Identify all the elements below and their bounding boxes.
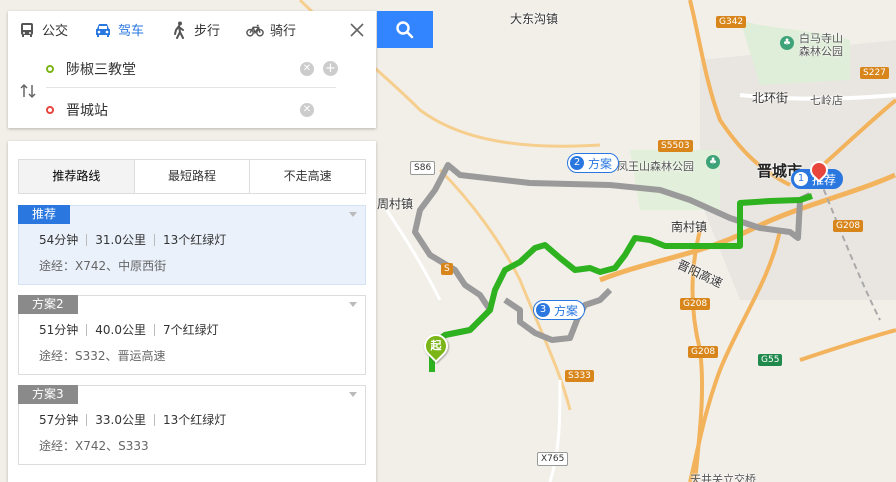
road-shield: S <box>441 263 453 275</box>
route-distance: 40.0公里 <box>86 324 154 336</box>
place-label: 北环街 <box>752 91 789 105</box>
origin-dot-icon <box>46 64 54 73</box>
road-shield: G55 <box>758 354 783 366</box>
route-number: 1 <box>794 172 808 186</box>
expand-icon <box>349 302 357 307</box>
park-icon: ♣ <box>780 36 794 50</box>
expand-icon <box>349 212 357 217</box>
route-tag-label: 方案 <box>554 303 579 318</box>
search-icon <box>396 20 414 38</box>
route-stats: 54分钟 31.0公里 13个红绿灯 <box>39 234 234 246</box>
road-shield: S333 <box>565 370 594 382</box>
expand-icon <box>349 392 357 397</box>
tab-label: 驾车 <box>118 24 145 39</box>
route-time: 57分钟 <box>39 413 79 427</box>
route-lights: 13个红绿灯 <box>154 414 234 426</box>
route-badge: 推荐 <box>18 205 71 224</box>
road-shield: G208 <box>833 220 864 232</box>
place-label: 天井关立交桥 <box>690 473 756 482</box>
park-icon: ♣ <box>706 155 720 169</box>
add-waypoint-icon[interactable]: + <box>323 61 338 76</box>
tab-drive[interactable]: 驾车 <box>94 11 144 48</box>
route-tag-label: 方案 <box>588 156 613 171</box>
route-results-panel: 推荐路线 最短路程 不走高速 推荐 54分钟 31.0公里 13个红绿灯 途经：… <box>8 141 376 482</box>
tab-label: 骑行 <box>270 24 297 39</box>
swap-button[interactable] <box>18 81 38 101</box>
road-shield: S86 <box>410 161 436 175</box>
road-shield: G342 <box>716 16 747 28</box>
place-label: 森林公园 <box>799 45 843 58</box>
start-label: 起 <box>430 339 442 352</box>
place-label: 凤王山森林公园 <box>617 160 694 173</box>
car-icon <box>94 21 112 39</box>
route-search-card: 公交 驾车 步行 骑行 陟椒三教堂 ✕ + 晋城站 ✕ <box>8 11 376 128</box>
clear-origin-icon[interactable]: ✕ <box>300 61 314 76</box>
tab-label: 步行 <box>194 24 221 39</box>
walk-icon <box>170 21 188 39</box>
tab-shortest[interactable]: 最短路程 <box>135 160 251 193</box>
route-badge: 方案2 <box>18 295 78 314</box>
route-option-3[interactable]: 方案3 57分钟 33.0公里 13个红绿灯 途经：X742、S333 <box>18 385 366 465</box>
tab-bike[interactable]: 骑行 <box>246 11 296 48</box>
travel-mode-tabs: 公交 驾车 步行 骑行 <box>8 11 376 48</box>
bus-icon <box>18 21 36 39</box>
place-label: 七岭店 <box>810 94 843 107</box>
tab-walk[interactable]: 步行 <box>170 11 220 48</box>
bike-icon <box>246 21 264 39</box>
tab-no-highway[interactable]: 不走高速 <box>250 160 365 193</box>
route-time: 54分钟 <box>39 233 79 247</box>
route-distance: 33.0公里 <box>86 414 154 426</box>
road-shield: S5503 <box>658 140 693 152</box>
tab-label: 公交 <box>42 24 69 39</box>
route-option-2[interactable]: 方案2 51分钟 40.0公里 7个红绿灯 途经：S332、晋运高速 <box>18 295 366 375</box>
road-shield: G208 <box>680 298 711 310</box>
route-distance: 31.0公里 <box>86 234 154 246</box>
place-label: 周村镇 <box>377 197 414 211</box>
route-number: 3 <box>536 303 550 317</box>
destination-value: 晋城站 <box>66 103 108 119</box>
route-stats: 57分钟 33.0公里 13个红绿灯 <box>39 414 234 426</box>
search-button[interactable] <box>377 11 433 48</box>
route-via: 途经：S332、晋运高速 <box>39 349 166 363</box>
tab-bus[interactable]: 公交 <box>18 11 68 48</box>
road-shield: G208 <box>688 346 719 358</box>
route-via: 途经：X742、S333 <box>39 439 149 453</box>
road-shield: X765 <box>537 452 569 466</box>
destination-field[interactable]: 晋城站 ✕ <box>46 91 336 129</box>
route-lights: 13个红绿灯 <box>154 234 234 246</box>
clear-destination-icon[interactable]: ✕ <box>300 103 314 117</box>
tab-recommended[interactable]: 推荐路线 <box>19 160 135 193</box>
route-lights: 7个红绿灯 <box>154 324 227 336</box>
place-label: 南村镇 <box>671 220 708 234</box>
route-badge: 方案3 <box>18 385 78 404</box>
origin-value: 陟椒三教堂 <box>66 61 136 78</box>
close-button[interactable] <box>348 21 366 39</box>
route-tag-3[interactable]: 3 方案 <box>533 300 586 320</box>
route-number: 2 <box>570 156 584 170</box>
route-via: 途经：X742、中原西街 <box>39 259 167 273</box>
origin-field[interactable]: 陟椒三教堂 ✕ + <box>46 50 338 88</box>
route-tag-2[interactable]: 2 方案 <box>567 153 620 173</box>
route-time: 51分钟 <box>39 323 79 337</box>
route-option-1[interactable]: 推荐 54分钟 31.0公里 13个红绿灯 途经：X742、中原西街 <box>18 205 366 285</box>
route-preference-tabs: 推荐路线 最短路程 不走高速 <box>18 159 366 194</box>
road-shield: S227 <box>860 67 889 79</box>
destination-dot-icon <box>46 106 54 114</box>
swap-icon <box>20 83 36 99</box>
close-icon <box>350 23 364 37</box>
route-stats: 51分钟 40.0公里 7个红绿灯 <box>39 324 227 336</box>
place-label: 大东沟镇 <box>510 12 559 26</box>
